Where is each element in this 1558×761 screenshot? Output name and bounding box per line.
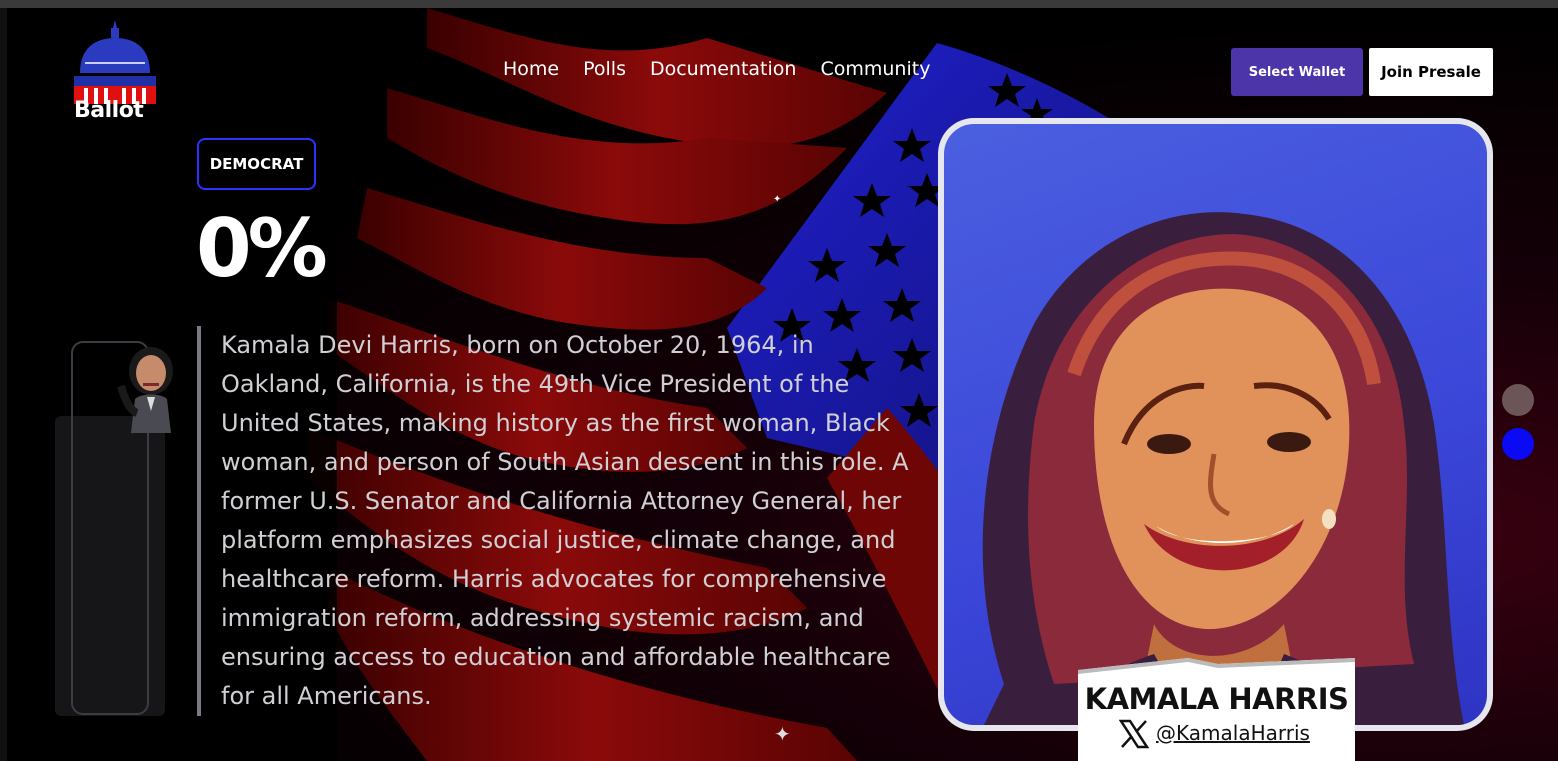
nav-home[interactable]: Home <box>503 58 559 80</box>
window-left-edge <box>0 8 7 761</box>
brand-name: Ballot <box>74 98 144 123</box>
main-nav: Home Polls Documentation Community <box>503 58 930 80</box>
bio-accent-bar <box>197 326 201 716</box>
x-icon[interactable] <box>1119 719 1149 749</box>
candidate-name: KAMALA HARRIS <box>1084 682 1349 716</box>
candidate-portrait <box>944 124 1487 725</box>
select-wallet-button[interactable]: Select Wallet <box>1231 48 1363 96</box>
party-badge: DEMOCRAT <box>197 138 316 190</box>
candidate-handle-link[interactable]: @KamalaHarris <box>1156 721 1310 745</box>
carousel-dot-2-active[interactable] <box>1502 428 1534 460</box>
candidate-bio: Kamala Devi Harris, born on October 20, … <box>221 331 909 710</box>
vote-share-percent: 0% <box>196 202 328 295</box>
nav-polls[interactable]: Polls <box>583 58 626 80</box>
nav-community[interactable]: Community <box>820 58 930 80</box>
carousel-dot-1[interactable] <box>1502 384 1534 416</box>
candidate-portrait-illustration <box>982 212 1464 725</box>
join-presale-button[interactable]: Join Presale <box>1369 48 1493 96</box>
candidate-mini-avatar-icon <box>117 347 173 433</box>
sparkle-icon: ✦ <box>773 194 782 205</box>
candidate-portrait-card <box>938 118 1493 731</box>
sparkle-icon: ✦ <box>774 722 791 746</box>
nav-documentation[interactable]: Documentation <box>650 58 796 80</box>
window-top-bar <box>0 0 1558 8</box>
